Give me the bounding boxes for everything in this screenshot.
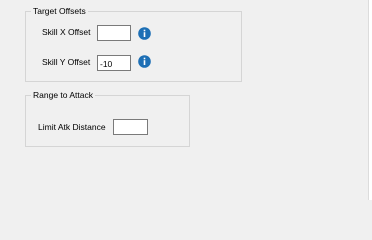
range-to-attack-title: Range to Attack: [31, 90, 96, 101]
skill-x-offset-input[interactable]: [97, 25, 131, 41]
info-icon[interactable]: [138, 55, 151, 68]
window-right-edge: [368, 0, 372, 200]
skill-y-offset-input[interactable]: [97, 55, 131, 71]
target-offsets-title: Target Offsets: [31, 6, 88, 17]
skill-y-offset-label: Skill Y Offset: [42, 57, 91, 67]
target-offsets-group: Target Offsets: [25, 6, 242, 82]
info-icon[interactable]: [138, 27, 151, 40]
limit-atk-distance-label: Limit Atk Distance: [38, 122, 106, 132]
limit-atk-distance-input[interactable]: [113, 119, 148, 135]
skill-x-offset-label: Skill X Offset: [42, 27, 91, 37]
